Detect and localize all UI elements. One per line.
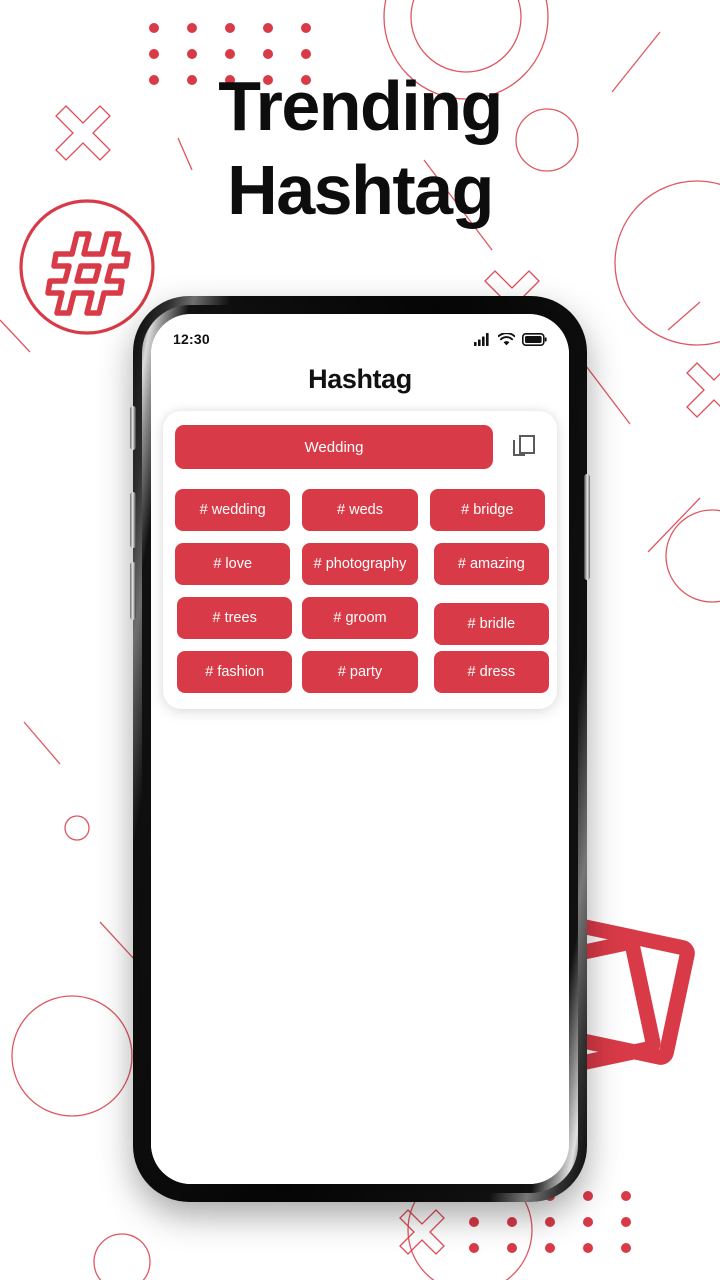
wifi-icon	[498, 332, 515, 345]
hashtag-pill[interactable]: # trees	[177, 597, 293, 639]
hashtag-pill[interactable]: # wedding	[175, 489, 291, 531]
hashtag-pill[interactable]: # amazing	[433, 543, 549, 585]
hashtag-pill[interactable]: # party	[302, 651, 418, 693]
copy-icon	[512, 434, 535, 456]
hashtag-pill[interactable]: # bridge	[429, 489, 545, 531]
status-bar: 12:30	[151, 314, 569, 356]
card-header: Wedding	[173, 425, 547, 469]
decor-line	[667, 301, 701, 331]
hashtag-pill[interactable]: # love	[175, 543, 291, 585]
cellular-signal-icon	[474, 332, 489, 346]
hashtag-pill[interactable]: # groom	[302, 597, 418, 639]
decor-circle	[665, 509, 720, 603]
hashtag-pill[interactable]: # photography	[302, 543, 418, 585]
decor-line	[647, 497, 701, 553]
decor-circle	[410, 0, 522, 73]
hashtag-pill[interactable]: # fashion	[177, 651, 293, 693]
hashtag-grid: # wedding # weds # bridge # love # photo…	[173, 469, 549, 693]
battery-icon	[522, 332, 547, 346]
decor-circle	[11, 995, 133, 1117]
decor-x-icon	[686, 362, 720, 418]
phone-button-silent[interactable]	[130, 406, 136, 450]
decor-line	[23, 721, 61, 765]
decor-line	[585, 365, 631, 425]
hashtag-pill[interactable]: # dress	[433, 651, 549, 693]
hashtag-card: Wedding # wedding # weds # bridge # love…	[163, 411, 557, 709]
status-icons	[474, 332, 547, 346]
phone-button-volume-down[interactable]	[130, 562, 136, 620]
phone-button-power[interactable]	[584, 474, 590, 580]
hashtag-pill[interactable]: # weds	[302, 489, 418, 531]
status-time: 12:30	[173, 331, 210, 347]
copy-button[interactable]	[503, 425, 545, 469]
app-title: Hashtag	[308, 364, 412, 394]
phone-screen: 12:30 Hashtag Wedding # wedding # weds #…	[151, 314, 569, 1184]
page-title-line-1: Trending	[218, 67, 503, 145]
hashtag-app: 12:30 Hashtag Wedding # wedding # weds #…	[151, 314, 569, 1184]
phone-button-volume-up[interactable]	[130, 492, 136, 548]
decor-x-icon	[399, 1209, 445, 1255]
phone-mockup: 12:30 Hashtag Wedding # wedding # weds #…	[130, 296, 590, 1202]
decor-circle	[93, 1233, 151, 1280]
keyword-button[interactable]: Wedding	[175, 425, 493, 469]
decor-circle	[64, 815, 90, 841]
hashtag-pill[interactable]: # bridle	[433, 603, 549, 645]
